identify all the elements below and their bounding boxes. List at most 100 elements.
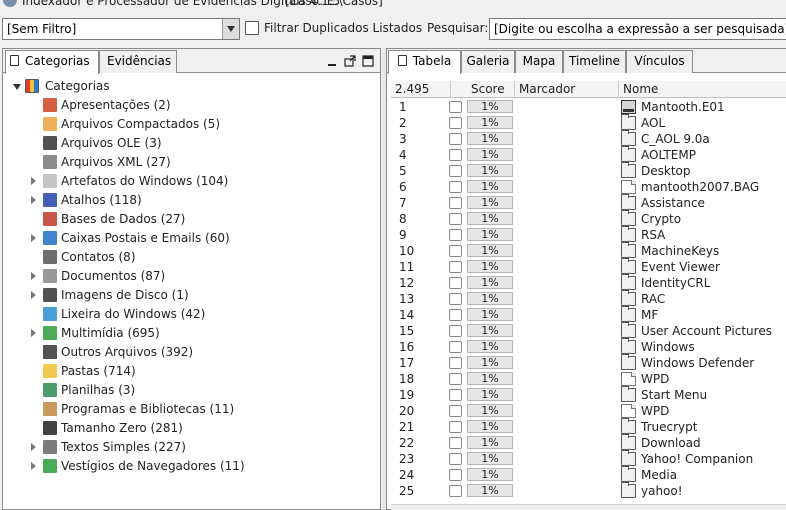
row-checkbox[interactable] (449, 341, 462, 353)
chevron-down-icon[interactable] (222, 19, 239, 39)
table-row[interactable]: 5 1% Desktop (391, 162, 786, 179)
table-row[interactable]: 6 1% mantooth2007.BAG (391, 179, 786, 195)
expand-toggle-icon[interactable] (31, 272, 36, 280)
row-checkbox[interactable] (449, 181, 462, 193)
row-checkbox[interactable] (449, 165, 462, 177)
tree-item[interactable]: Outros Arquivos (392) (3, 343, 380, 362)
expand-toggle-icon[interactable] (31, 196, 36, 204)
tree-item[interactable]: Planilhas (3) (3, 381, 380, 400)
tab-timeline[interactable]: Timeline (563, 50, 626, 73)
row-checkbox[interactable] (449, 309, 462, 321)
tree-item[interactable]: Tamanho Zero (281) (3, 419, 380, 438)
row-checkbox[interactable] (449, 453, 462, 465)
table-row[interactable]: 18 1% WPD (391, 371, 786, 387)
table-row[interactable]: 3 1% C_AOL 9.0a (391, 130, 786, 147)
tree-item[interactable]: Multimídia (695) (3, 324, 380, 343)
tree-item[interactable]: Lixeira do Windows (42) (3, 305, 380, 324)
table-row[interactable]: 11 1% Event Viewer (391, 258, 786, 275)
tree-item[interactable]: Arquivos OLE (3) (3, 134, 380, 153)
table-row[interactable]: 24 1% Media (391, 466, 786, 483)
tree-item[interactable]: Contatos (8) (3, 248, 380, 267)
row-checkbox[interactable] (449, 229, 462, 241)
table-row[interactable]: 4 1% AOLTEMP (391, 146, 786, 163)
table-row[interactable]: 16 1% Windows (391, 338, 786, 355)
filter-dropdown[interactable]: [Sem Filtro] (2, 18, 240, 40)
count-header[interactable]: 2.495 (391, 81, 451, 98)
row-checkbox[interactable] (449, 437, 462, 449)
tab-categorias[interactable]: Categorias (5, 50, 99, 74)
text-icon (43, 440, 57, 454)
tab-tabela[interactable]: Tabela (388, 50, 461, 74)
tree-item[interactable]: Vestígios de Navegadores (11) (3, 457, 380, 476)
tab-mapa[interactable]: Mapa (515, 50, 563, 73)
table-row[interactable]: 2 1% AOL (391, 114, 786, 131)
tree-item[interactable]: Atalhos (118) (3, 191, 380, 210)
tree-item[interactable]: Arquivos XML (27) (3, 153, 380, 172)
table-row[interactable]: 12 1% IdentityCRL (391, 274, 786, 291)
row-checkbox[interactable] (449, 197, 462, 209)
row-checkbox[interactable] (449, 389, 462, 401)
expand-toggle-icon[interactable] (31, 462, 36, 470)
tree-item[interactable]: Imagens de Disco (1) (3, 286, 380, 305)
marcador-column-header[interactable]: Marcador (515, 81, 619, 98)
row-checkbox[interactable] (449, 373, 462, 385)
table-row[interactable]: 7 1% Assistance (391, 194, 786, 211)
row-checkbox[interactable] (449, 117, 462, 129)
expand-toggle-icon[interactable] (13, 84, 21, 90)
filter-duplicates-checkbox[interactable] (245, 21, 259, 35)
table-row[interactable]: 23 1% Yahoo! Companion (391, 450, 786, 467)
tree-item[interactable]: Artefatos do Windows (104) (3, 172, 380, 191)
row-checkbox[interactable] (449, 213, 462, 225)
expand-toggle-icon[interactable] (31, 234, 36, 242)
table-row[interactable]: 14 1% MF (391, 306, 786, 323)
tree-item[interactable]: Caixas Postais e Emails (60) (3, 229, 380, 248)
minimize-icon[interactable] (326, 55, 338, 67)
nome-column-header[interactable]: Nome (619, 81, 786, 98)
tab-galeria[interactable]: Galeria (461, 50, 515, 73)
score-column-header[interactable]: Score (451, 81, 515, 98)
tab-vinculos[interactable]: Vínculos (626, 50, 693, 73)
table-row[interactable]: 20 1% WPD (391, 403, 786, 419)
maximize-icon[interactable] (362, 55, 374, 67)
row-checkbox[interactable] (449, 485, 462, 497)
table-row[interactable]: 10 1% MachineKeys (391, 242, 786, 259)
tree-item[interactable]: Documentos (87) (3, 267, 380, 286)
row-checkbox[interactable] (449, 277, 462, 289)
table-row[interactable]: 9 1% RSA (391, 226, 786, 243)
row-checkbox[interactable] (449, 133, 462, 145)
expand-toggle-icon[interactable] (31, 329, 36, 337)
expand-toggle-icon[interactable] (31, 177, 36, 185)
row-checkbox[interactable] (449, 101, 462, 113)
expand-toggle-icon[interactable] (31, 443, 36, 451)
row-checkbox[interactable] (449, 325, 462, 337)
table-row[interactable]: 21 1% Truecrypt (391, 418, 786, 435)
search-input[interactable]: [Digite ou escolha a expressão a ser pes… (489, 18, 786, 40)
tree-root-categorias[interactable]: Categorias (3, 77, 380, 96)
tree-item[interactable]: Programas e Bibliotecas (11) (3, 400, 380, 419)
expand-toggle-icon[interactable] (31, 291, 36, 299)
row-checkbox[interactable] (449, 293, 462, 305)
table-row[interactable]: 17 1% Windows Defender (391, 354, 786, 371)
row-checkbox[interactable] (449, 469, 462, 481)
row-checkbox[interactable] (449, 261, 462, 273)
table-row[interactable]: 13 1% RAC (391, 290, 786, 307)
row-checkbox[interactable] (449, 405, 462, 417)
tree-item[interactable]: Pastas (714) (3, 362, 380, 381)
row-checkbox[interactable] (449, 245, 462, 257)
table-row[interactable]: 25 1% yahoo! (391, 482, 786, 499)
tab-evidencias[interactable]: Evidências (99, 50, 177, 73)
table-row[interactable]: 1 1% Mantooth.E01 (391, 99, 786, 115)
table-row[interactable]: 15 1% User Account Pictures (391, 322, 786, 339)
tree-item[interactable]: Textos Simples (227) (3, 438, 380, 457)
horizontal-scrollbar[interactable] (391, 504, 786, 510)
tree-item[interactable]: Arquivos Compactados (5) (3, 115, 380, 134)
table-row[interactable]: 8 1% Crypto (391, 210, 786, 227)
row-checkbox[interactable] (449, 149, 462, 161)
table-row[interactable]: 19 1% Start Menu (391, 386, 786, 403)
tree-item[interactable]: Bases de Dados (27) (3, 210, 380, 229)
undock-icon[interactable] (344, 55, 356, 67)
table-row[interactable]: 22 1% Download (391, 434, 786, 451)
row-checkbox[interactable] (449, 357, 462, 369)
row-checkbox[interactable] (449, 421, 462, 433)
tree-item[interactable]: Apresentações (2) (3, 96, 380, 115)
